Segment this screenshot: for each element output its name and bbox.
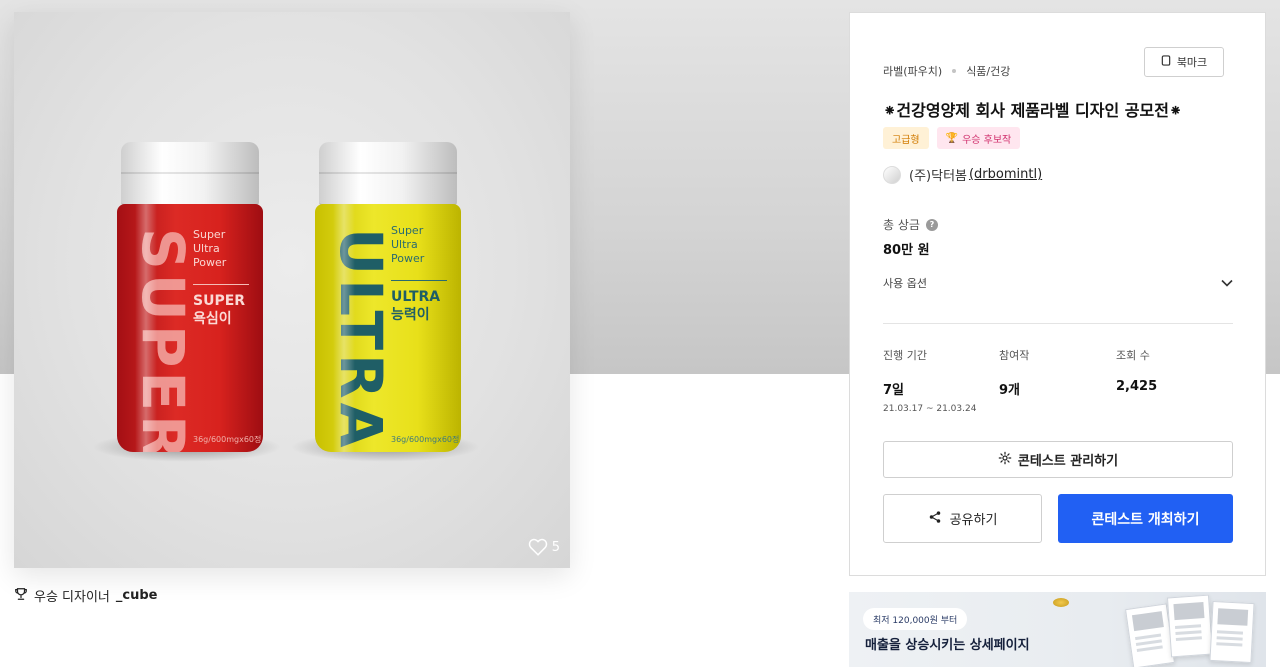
trophy-icon: 🏆	[945, 132, 959, 144]
bottle-cap	[121, 142, 259, 206]
stat-entries: 참여작 9개	[999, 347, 1029, 398]
manage-contest-label: 콘테스트 관리하기	[1017, 454, 1119, 469]
bottle-cap	[319, 142, 457, 206]
badge-row: 고급형 🏆 우승 후보작	[883, 127, 1021, 149]
trophy-icon	[14, 587, 28, 605]
bottle-body: ULTRA Super Ultra Power ULTRA 능력이 36g/60…	[315, 204, 461, 452]
page-mockup	[1209, 600, 1255, 664]
ad-price-pill: 최저 120,000원 부터	[863, 608, 968, 630]
bottle-body: SUPER Super Ultra Power SUPER 욕심이 36g/60…	[117, 204, 263, 452]
options-label: 사용 옵션	[883, 277, 927, 290]
product-image[interactable]: SUPER Super Ultra Power SUPER 욕심이 36g/60…	[14, 12, 570, 568]
bottle-tagline-1: Super	[391, 224, 424, 237]
contest-info-panel: 라벨(파우치) 식품/건강 북마크 ⁕건강영양제 회사 제품라벨 디자인 공모전…	[849, 12, 1266, 576]
breadcrumb: 라벨(파우치) 식품/건강	[883, 63, 1010, 79]
separator-dot	[952, 69, 957, 73]
bookmark-icon	[1161, 55, 1171, 69]
share-icon	[928, 510, 942, 528]
chevron-down-icon	[1221, 277, 1233, 290]
stat-entries-value: 9개	[999, 383, 1021, 398]
award-badge: 🏆 우승 후보작	[936, 127, 1021, 149]
page-mockup	[1166, 594, 1214, 658]
like-button[interactable]: 5	[528, 538, 560, 556]
bottle-divider	[391, 280, 447, 281]
ad-headline: 매출을 상승시키는 상세페이지	[865, 638, 1030, 653]
stat-views-label: 조회 수	[1116, 349, 1150, 362]
bottle-big-word: SUPER	[129, 228, 197, 452]
divider	[883, 323, 1233, 324]
category-primary[interactable]: 라벨(파우치)	[883, 63, 942, 79]
stat-views-value: 2,425	[1116, 379, 1158, 394]
bookmark-button[interactable]: 북마크	[1144, 47, 1224, 77]
like-count: 5	[551, 539, 560, 555]
tier-badge: 고급형	[883, 127, 929, 149]
bottle-tagline-2: Ultra	[193, 242, 220, 255]
winner-label: 우승 디자이너	[34, 590, 110, 605]
coin-decoration	[1053, 598, 1069, 607]
stat-views: 조회 수 2,425	[1116, 347, 1157, 394]
manage-contest-button[interactable]: 콘테스트 관리하기	[883, 441, 1233, 478]
red-bottle: SUPER Super Ultra Power SUPER 욕심이 36g/60…	[117, 142, 263, 454]
share-label: 공유하기	[949, 513, 998, 528]
prize-value: 80만 원	[883, 243, 930, 258]
winner-line: 우승 디자이너 _cube	[14, 586, 158, 605]
bottle-tagline-3: Power	[193, 256, 227, 269]
bottle-big-word: ULTRA	[327, 228, 395, 452]
heart-icon	[528, 538, 548, 556]
help-icon[interactable]: ?	[925, 218, 938, 231]
host-info: (주)닥터봄 (drbomintl)	[883, 165, 1042, 184]
category-secondary[interactable]: 식품/건강	[966, 63, 1010, 79]
bottle-size-text: 36g/600mgx60정	[193, 435, 262, 444]
host-name: (주)닥터봄	[909, 169, 967, 184]
ad-illustration	[1119, 592, 1266, 667]
bottle-sub-name-2: 능력이	[391, 307, 430, 323]
bottle-sub-name-2: 욕심이	[193, 311, 232, 327]
host-id-link[interactable]: (drbomintl)	[969, 167, 1042, 182]
stat-entries-label: 참여작	[999, 349, 1030, 362]
bottle-size-text: 36g/600mgx60정	[391, 435, 460, 444]
yellow-bottle: ULTRA Super Ultra Power ULTRA 능력이 36g/60…	[315, 142, 461, 454]
bottle-tagline-3: Power	[391, 252, 425, 265]
gear-icon	[998, 451, 1012, 469]
award-badge-label: 우승 후보작	[962, 134, 1012, 146]
share-button[interactable]: 공유하기	[883, 494, 1042, 543]
stat-period-value: 7일	[883, 383, 905, 398]
options-dropdown[interactable]: 사용 옵션	[883, 275, 1233, 291]
bottle-divider	[193, 284, 249, 285]
host-avatar[interactable]	[883, 165, 901, 184]
bottle-sub-name-1: ULTRA	[391, 289, 441, 305]
stat-period: 진행 기간 7일 21.03.17 ~ 21.03.24	[883, 347, 976, 414]
stat-period-range: 21.03.17 ~ 21.03.24	[883, 404, 977, 414]
bottle-tagline-1: Super	[193, 228, 226, 241]
host-contest-button[interactable]: 콘테스트 개최하기	[1058, 494, 1233, 543]
contest-title: ⁕건강영양제 회사 제품라벨 디자인 공모전⁕	[883, 101, 1183, 120]
prize-label-row: 총 상금 ?	[883, 216, 938, 233]
ad-banner[interactable]: 최저 120,000원 부터 매출을 상승시키는 상세페이지	[849, 592, 1266, 667]
bottle-tagline-2: Ultra	[391, 238, 418, 251]
stat-period-label: 진행 기간	[883, 349, 927, 362]
winner-name[interactable]: _cube	[116, 588, 158, 603]
prize-label: 총 상금	[883, 218, 920, 232]
bottle-sub-name-1: SUPER	[193, 293, 246, 309]
bookmark-label: 북마크	[1176, 56, 1208, 69]
